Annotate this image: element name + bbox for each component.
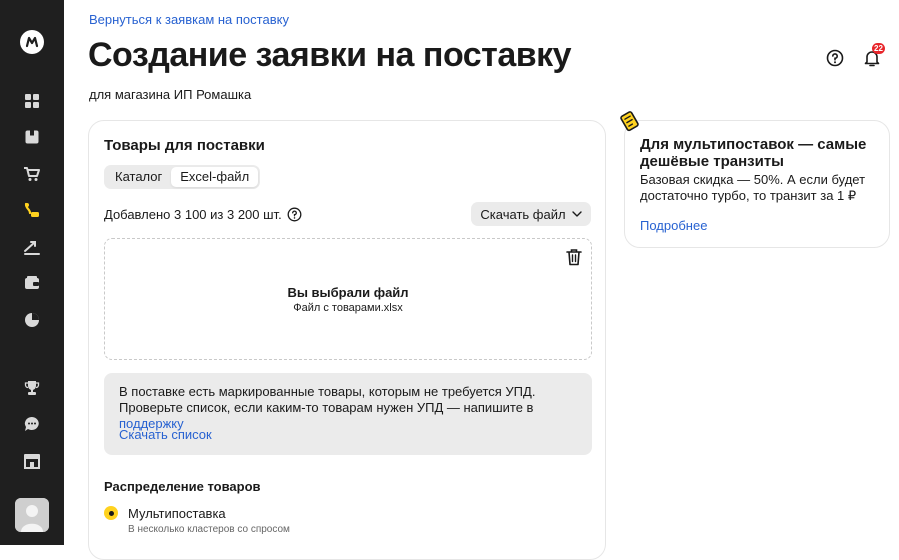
user-avatar[interactable]	[15, 498, 49, 532]
multisupply-label[interactable]: Мультипоставка	[128, 506, 226, 521]
promo-title: Для мультипоставок — самые дешёвые транз…	[640, 136, 867, 170]
page-subtitle: для магазина ИП Ромашка	[89, 87, 252, 102]
back-to-requests-link[interactable]: Вернуться к заявкам на поставку	[89, 12, 289, 27]
help-icon[interactable]	[826, 49, 844, 67]
sidebar-store-icon[interactable]	[22, 451, 42, 471]
multisupply-promo-card: Для мультипоставок — самые дешёвые транз…	[624, 120, 890, 248]
delete-file-trash-icon[interactable]	[566, 248, 582, 266]
multisupply-description: В несколько кластеров со спросом	[128, 524, 290, 535]
download-file-label: Скачать файл	[480, 206, 566, 222]
sidebar	[0, 0, 64, 545]
info-icon[interactable]	[287, 207, 302, 222]
multisupply-radio[interactable]	[104, 506, 118, 520]
sidebar-chat-icon[interactable]	[22, 414, 42, 434]
sidebar-cart-icon[interactable]	[22, 164, 42, 184]
notice-message: В поставке есть маркированные товары, ко…	[119, 384, 536, 415]
promo-more-link[interactable]: Подробнее	[640, 218, 707, 233]
promo-text: Базовая скидка — 50%. А если будет доста…	[640, 172, 866, 203]
sidebar-wallet-icon[interactable]	[22, 273, 42, 293]
tab-catalog[interactable]: Каталог	[106, 167, 171, 187]
sidebar-box-icon[interactable]	[22, 127, 42, 147]
tab-excel-file[interactable]: Excel-файл	[171, 167, 259, 187]
page-title: Создание заявки на поставку	[88, 36, 572, 74]
sidebar-supply-icon[interactable]	[22, 200, 42, 220]
chevron-down-icon	[571, 211, 582, 217]
added-count-row: Добавлено 3 100 из 3 200 шт.	[104, 207, 302, 222]
added-count-text: Добавлено 3 100 из 3 200 шт.	[104, 207, 282, 222]
sidebar-trophy-icon[interactable]	[22, 378, 42, 398]
market-logo-icon[interactable]	[20, 30, 44, 54]
source-tabs: Каталог Excel-файл	[104, 165, 261, 189]
sidebar-growth-icon[interactable]	[22, 237, 42, 257]
selected-file-name: Файл с товарами.xlsx	[293, 302, 403, 314]
notice-text: В поставке есть маркированные товары, ко…	[119, 384, 589, 432]
supply-goods-card: Товары для поставки Каталог Excel-файл Д…	[88, 120, 606, 560]
file-upload-zone[interactable]: Вы выбрали файл Файл с товарами.xlsx	[104, 238, 592, 360]
marked-goods-notice: В поставке есть маркированные товары, ко…	[104, 373, 592, 455]
sidebar-pie-chart-icon[interactable]	[22, 310, 42, 330]
notifications-count-badge: 22	[872, 43, 885, 54]
download-list-link[interactable]: Скачать список	[119, 427, 212, 442]
sidebar-dashboard-icon[interactable]	[22, 91, 42, 111]
distribution-title: Распределение товаров	[104, 479, 261, 494]
download-file-button[interactable]: Скачать файл	[471, 202, 591, 226]
file-selected-title: Вы выбрали файл	[287, 285, 409, 300]
goods-card-title: Товары для поставки	[104, 137, 265, 154]
promo-bolt-badge-icon	[616, 108, 644, 136]
